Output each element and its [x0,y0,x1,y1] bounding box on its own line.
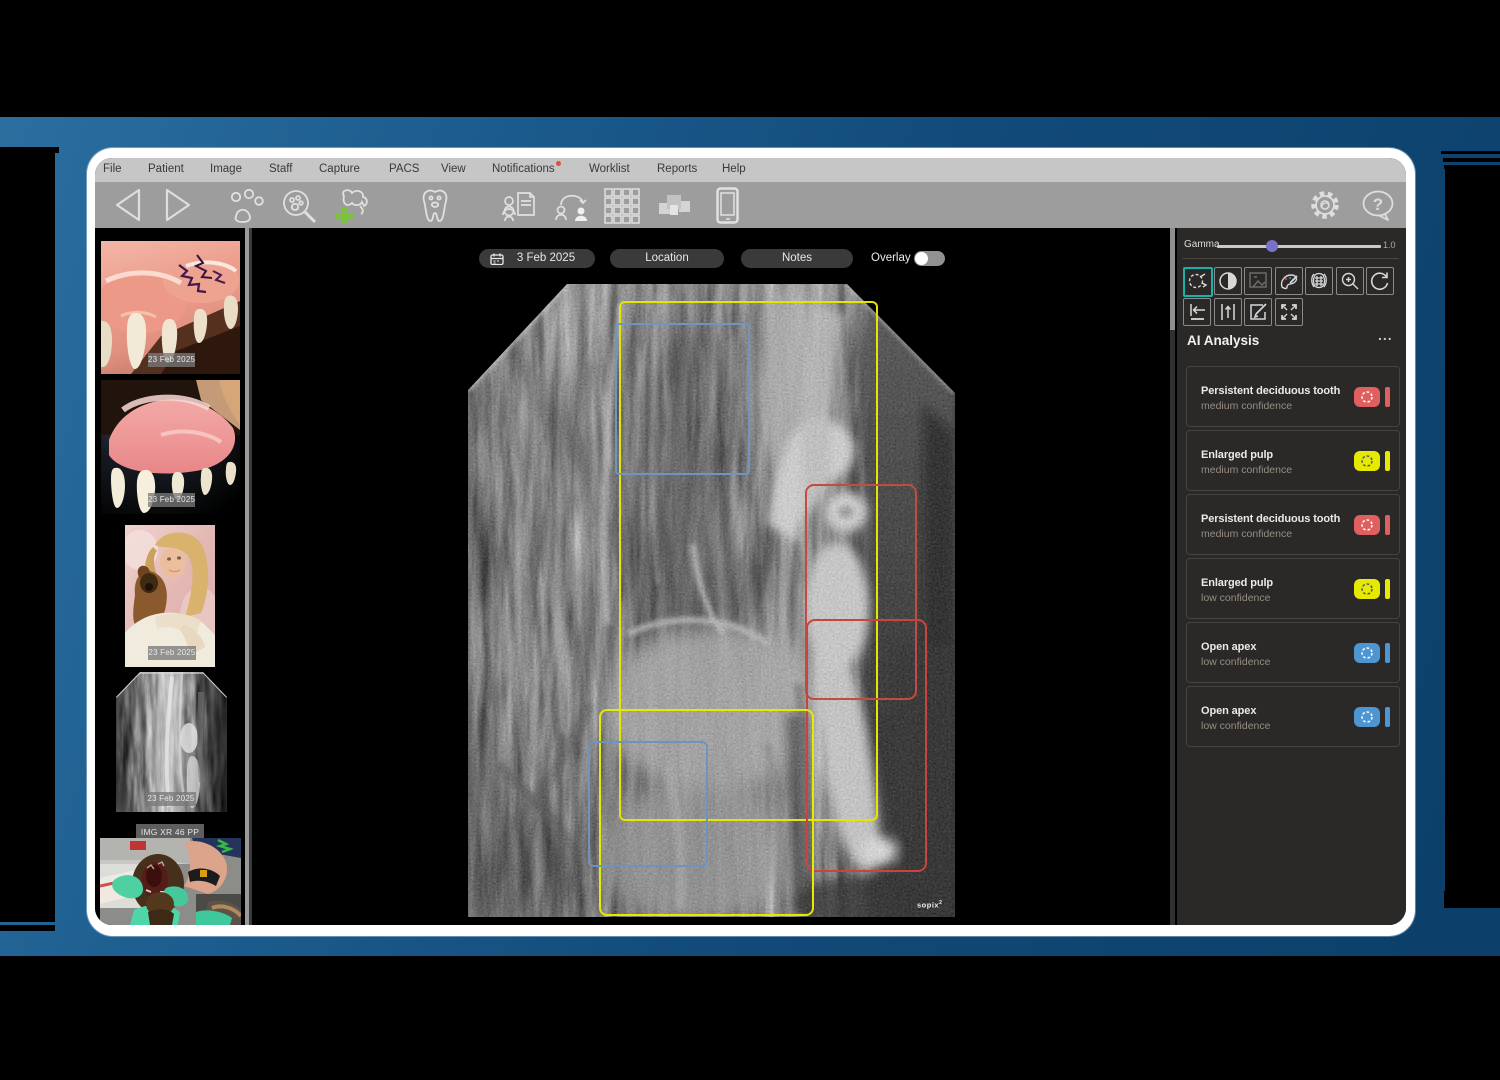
svg-text:?: ? [1373,195,1383,214]
